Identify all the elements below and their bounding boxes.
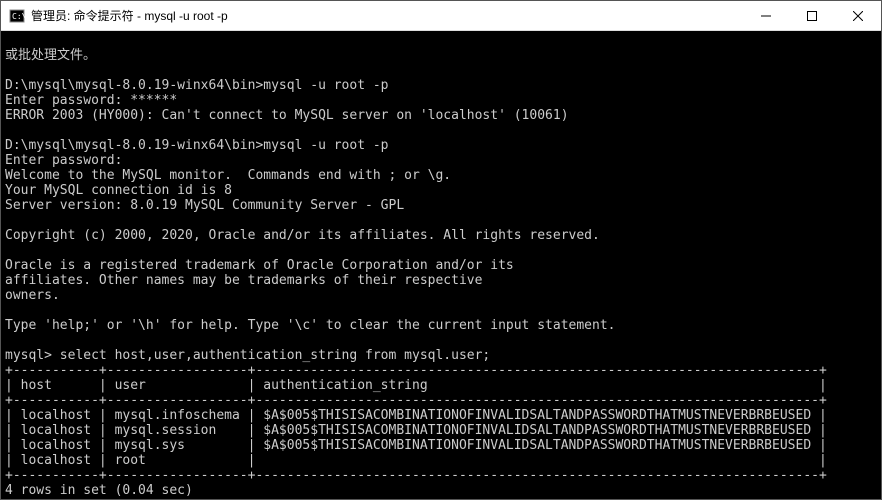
minimize-button[interactable] [743, 1, 789, 31]
output-line: mysql> select host,user,authentication_s… [5, 348, 490, 363]
table-header: | host | user | authentication_string | [5, 378, 827, 393]
window-frame: C:\ 管理员: 命令提示符 - mysql -u root -p 或批处理文件… [0, 0, 882, 500]
output-line: 4 rows in set (0.04 sec) [5, 483, 193, 498]
output-line: Copyright (c) 2000, 2020, Oracle and/or … [5, 228, 600, 243]
table-row: | localhost | root | | [5, 453, 827, 468]
table-row: | localhost | mysql.sys | $A$005$THISISA… [5, 438, 827, 453]
output-line: Enter password: [5, 153, 122, 168]
titlebar[interactable]: C:\ 管理员: 命令提示符 - mysql -u root -p [1, 1, 881, 31]
table-border: +-----------+------------------+--------… [5, 468, 827, 483]
output-line: affiliates. Other names may be trademark… [5, 273, 482, 288]
table-row: | localhost | mysql.session | $A$005$THI… [5, 423, 827, 438]
table-row: | localhost | mysql.infoschema | $A$005$… [5, 408, 827, 423]
output-line: Type 'help;' or '\h' for help. Type '\c'… [5, 318, 615, 333]
output-line: Enter password: ****** [5, 93, 177, 108]
close-button[interactable] [835, 1, 881, 31]
table-border: +-----------+------------------+--------… [5, 363, 827, 378]
terminal-output[interactable]: 或批处理文件。 D:\mysql\mysql-8.0.19-winx64\bin… [1, 31, 881, 499]
output-line: Oracle is a registered trademark of Orac… [5, 258, 514, 273]
output-line: owners. [5, 288, 60, 303]
output-line: 或批处理文件。 [5, 48, 96, 63]
window-title: 管理员: 命令提示符 - mysql -u root -p [31, 7, 743, 24]
output-line: D:\mysql\mysql-8.0.19-winx64\bin>mysql -… [5, 138, 389, 153]
svg-text:C:\: C:\ [12, 12, 25, 21]
table-border: +-----------+------------------+--------… [5, 393, 827, 408]
output-line: Welcome to the MySQL monitor. Commands e… [5, 168, 451, 183]
cmd-icon: C:\ [9, 8, 25, 24]
maximize-button[interactable] [789, 1, 835, 31]
output-line: ERROR 2003 (HY000): Can't connect to MyS… [5, 108, 569, 123]
output-line: D:\mysql\mysql-8.0.19-winx64\bin>mysql -… [5, 78, 389, 93]
output-line: Server version: 8.0.19 MySQL Community S… [5, 198, 404, 213]
output-line: Your MySQL connection id is 8 [5, 183, 232, 198]
